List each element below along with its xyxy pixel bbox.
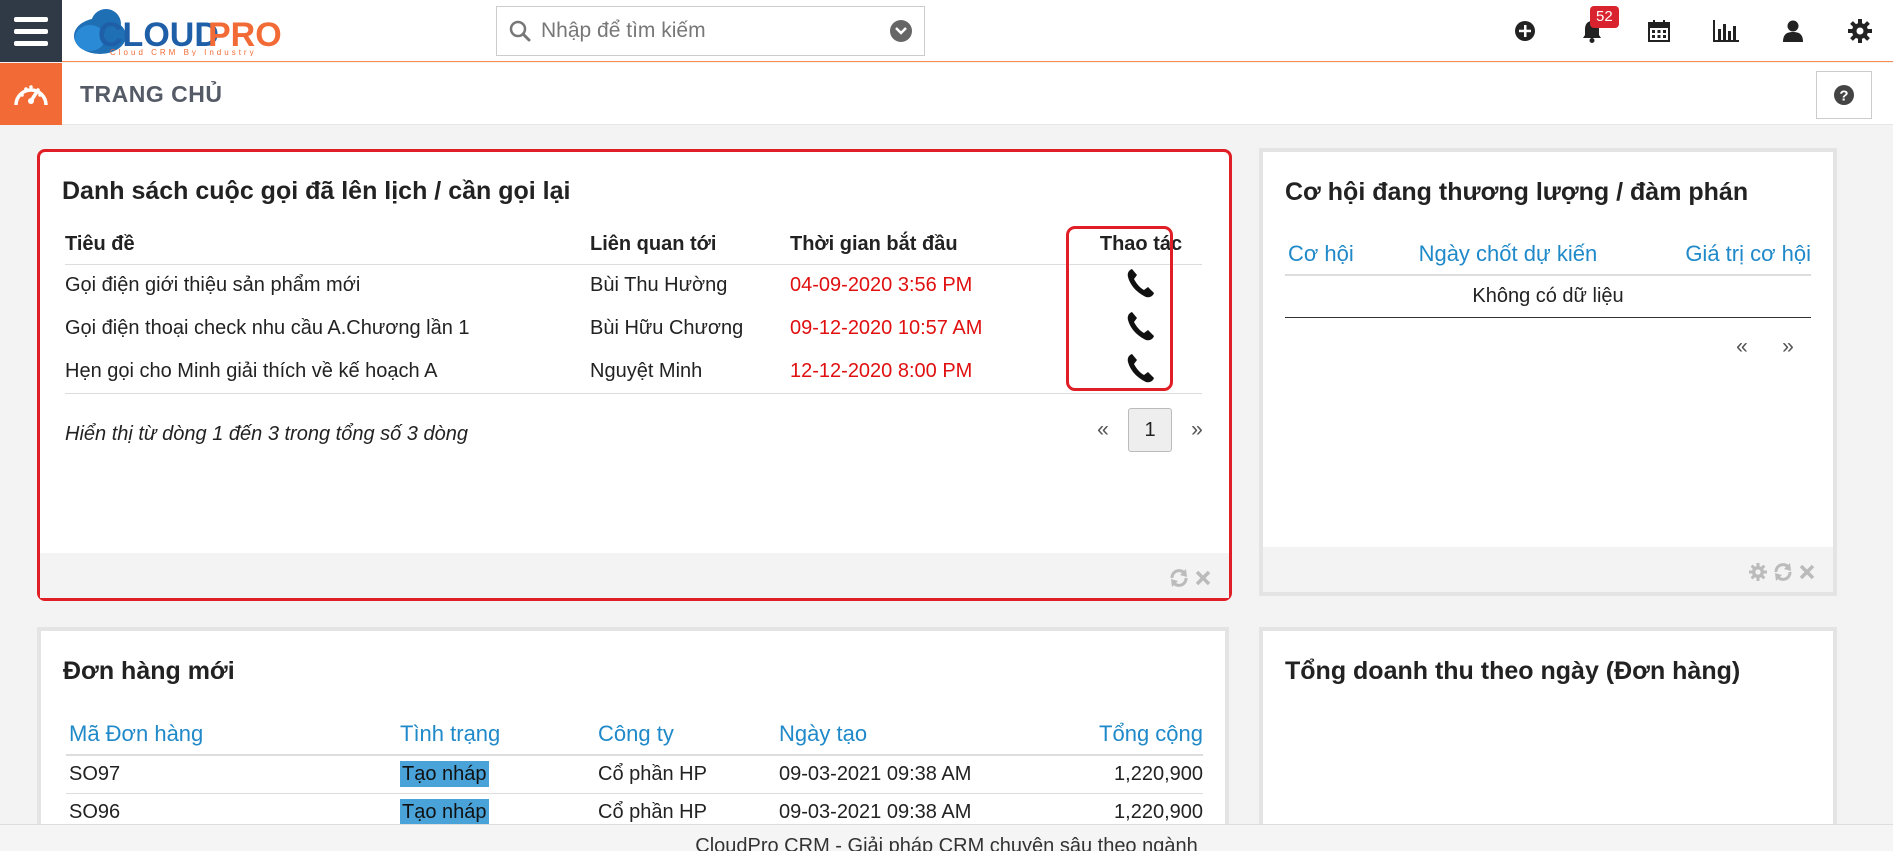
gear-icon[interactable] <box>1749 563 1767 581</box>
column-header-created-date[interactable]: Ngày tạo <box>779 713 1029 756</box>
call-start-time: 04-09-2020 3:56 PM <box>790 274 973 297</box>
calls-table: Tiêu đề Liên quan tới Thời gian bắt đầu … <box>65 232 1202 394</box>
gear-icon[interactable] <box>1826 0 1893 62</box>
table-summary: Hiển thị từ dòng 1 đến 3 trong tổng số 3… <box>65 423 468 445</box>
dashboard-icon[interactable] <box>0 63 62 125</box>
status-badge: Tạo nháp <box>400 760 489 787</box>
column-header-related[interactable]: Liên quan tới <box>590 232 790 265</box>
search-icon <box>509 20 531 42</box>
orders-table: Mã Đơn hàng Tình trạng Công ty Ngày tạo … <box>66 713 1203 832</box>
call-start-time: 12-12-2020 8:00 PM <box>790 350 1080 394</box>
pagination: « » <box>1725 335 1805 359</box>
widget-footer <box>40 553 1229 598</box>
pagination: « 1 » <box>1086 408 1214 452</box>
widget-title: Tổng doanh thu theo ngày (Đơn hàng) <box>1285 657 1741 685</box>
new-orders-widget: Đơn hàng mới Mã Đơn hàng Tình trạng Công… <box>37 627 1229 851</box>
page-title: TRANG CHỦ <box>80 81 223 107</box>
table-row[interactable]: Gọi điện giới thiệu sản phẩm mới Bùi Thu… <box>65 264 1202 307</box>
help-icon: ? <box>1834 85 1854 105</box>
widget-title: Đơn hàng mới <box>63 657 235 685</box>
call-start-time: 09-12-2020 10:57 AM <box>790 317 983 339</box>
svg-text:?: ? <box>1839 88 1848 105</box>
column-header-order-code[interactable]: Mã Đơn hàng <box>66 713 400 756</box>
table-row[interactable]: Hẹn gọi cho Minh giải thích về kế hoạch … <box>65 350 1202 394</box>
top-navbar: CLOUD PRO Cloud CRM By Industry 52 <box>0 0 1893 62</box>
widget-footer <box>1263 547 1833 592</box>
table-row[interactable]: Gọi điện thoại check nhu cầu A.Chương lầ… <box>65 307 1202 350</box>
empty-state-text: Không có dữ liệu <box>1285 275 1811 318</box>
close-icon[interactable] <box>1799 564 1815 580</box>
call-title[interactable]: Gọi điện thoại check nhu cầu A.Chương lầ… <box>65 307 590 350</box>
call-related[interactable]: Bùi Thu Hường <box>590 264 790 307</box>
app-footer: CloudPro CRM - Giải pháp CRM chuyên sâu … <box>0 824 1893 851</box>
refresh-icon[interactable] <box>1169 568 1189 588</box>
pagination-next[interactable]: » <box>1180 418 1214 442</box>
order-total: 1,220,900 <box>1029 755 1203 794</box>
pagination-prev[interactable]: « <box>1086 418 1120 442</box>
refresh-icon[interactable] <box>1773 562 1793 582</box>
widget-title: Cơ hội đang thương lượng / đàm phán <box>1285 178 1749 206</box>
column-header-total[interactable]: Tổng cộng <box>1029 713 1203 756</box>
column-header-title[interactable]: Tiêu đề <box>65 232 590 265</box>
call-related[interactable]: Nguyệt Minh <box>590 350 790 394</box>
footer-text: CloudPro CRM - Giải pháp CRM chuyên sâu … <box>695 835 1198 851</box>
menu-icon[interactable] <box>0 0 62 62</box>
order-created-date: 09-03-2021 09:38 AM <box>779 755 1029 794</box>
status-badge: Tạo nháp <box>400 798 489 825</box>
user-icon[interactable] <box>1759 0 1826 62</box>
call-related[interactable]: Bùi Hữu Chương <box>590 307 790 350</box>
notification-badge: 52 <box>1590 6 1619 28</box>
table-row[interactable]: SO97 Tạo nháp Cổ phần HP 09-03-2021 09:3… <box>66 755 1203 794</box>
close-icon[interactable] <box>1195 570 1211 586</box>
bell-icon[interactable]: 52 <box>1558 0 1625 62</box>
order-code[interactable]: SO97 <box>66 755 400 794</box>
pagination-prev[interactable]: « <box>1725 335 1759 359</box>
pagination-page[interactable]: 1 <box>1128 408 1172 452</box>
column-header-start-time[interactable]: Thời gian bắt đầu <box>790 232 1080 265</box>
add-icon[interactable] <box>1491 0 1558 62</box>
column-header-status[interactable]: Tình trạng <box>400 713 598 756</box>
opportunities-table: Cơ hội Ngày chốt dự kiến Giá trị cơ hội … <box>1285 233 1811 318</box>
actions-column-highlight <box>1066 226 1173 391</box>
column-header-close-date[interactable]: Ngày chốt dự kiến <box>1381 233 1634 276</box>
global-search[interactable] <box>496 6 925 56</box>
search-input[interactable] <box>541 19 890 43</box>
help-button[interactable]: ? <box>1816 71 1872 119</box>
bar-chart-icon[interactable] <box>1692 0 1759 62</box>
daily-revenue-widget: Tổng doanh thu theo ngày (Đơn hàng) <box>1259 627 1837 851</box>
column-header-opportunity[interactable]: Cơ hội <box>1285 233 1382 276</box>
calendar-icon[interactable] <box>1625 0 1692 62</box>
order-company[interactable]: Cổ phần HP <box>598 755 779 794</box>
scheduled-calls-widget: Danh sách cuộc gọi đã lên lịch / cần gọi… <box>37 149 1232 601</box>
chevron-down-icon[interactable] <box>890 20 912 42</box>
widget-title: Danh sách cuộc gọi đã lên lịch / cần gọi… <box>62 177 571 205</box>
pagination-next[interactable]: » <box>1771 335 1805 359</box>
column-header-company[interactable]: Công ty <box>598 713 779 756</box>
svg-text:Cloud CRM By Industry: Cloud CRM By Industry <box>110 48 257 56</box>
column-header-value[interactable]: Giá trị cơ hội <box>1633 233 1811 276</box>
opportunities-widget: Cơ hội đang thương lượng / đàm phán Cơ h… <box>1259 148 1837 596</box>
call-title[interactable]: Gọi điện giới thiệu sản phẩm mới <box>65 264 590 307</box>
page-header: TRANG CHỦ ? <box>0 63 1893 125</box>
cloudpro-logo[interactable]: CLOUD PRO Cloud CRM By Industry <box>70 6 300 57</box>
call-title[interactable]: Hẹn gọi cho Minh giải thích về kế hoạch … <box>65 350 590 394</box>
